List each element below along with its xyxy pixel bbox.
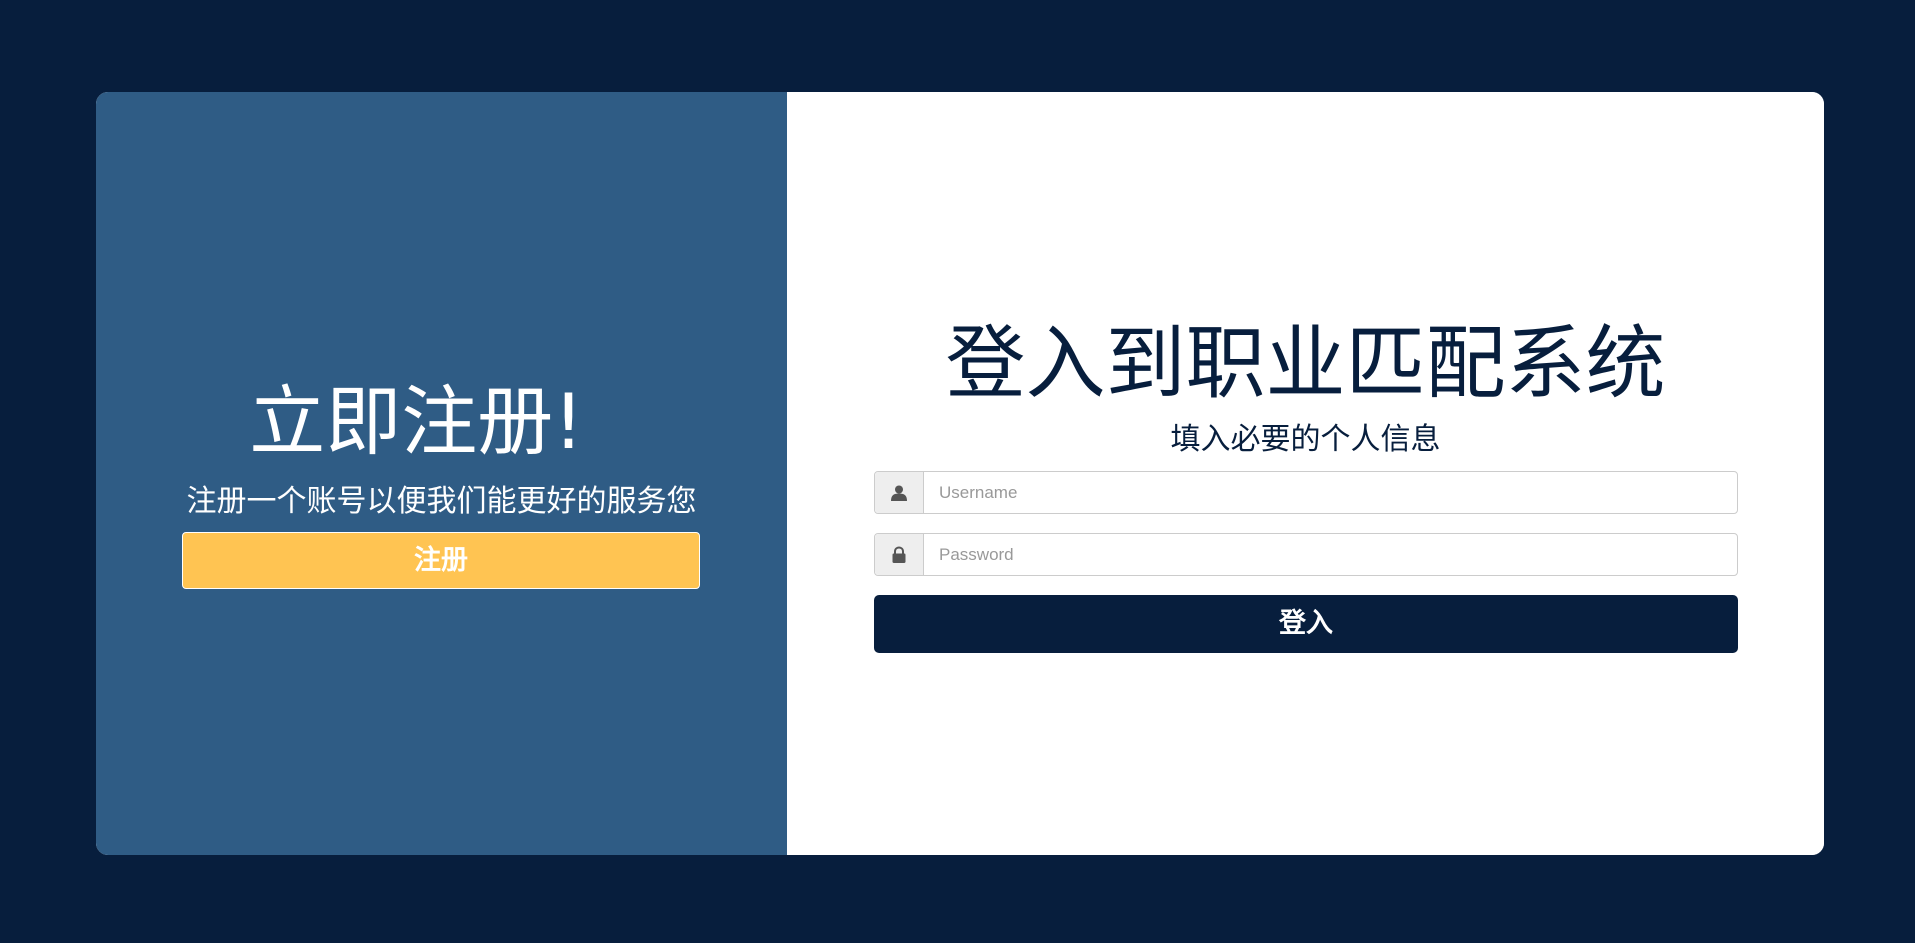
username-input-group [874, 471, 1738, 514]
login-button[interactable]: 登入 [874, 595, 1738, 653]
signup-title: 立即注册! [249, 377, 584, 466]
signup-subtitle: 注册一个账号以便我们能更好的服务您 [186, 484, 697, 519]
login-panel: 登入到职业匹配系统 填入必要的个人信息 登入 [787, 92, 1824, 855]
user-icon [875, 472, 924, 513]
signup-panel: 立即注册! 注册一个账号以便我们能更好的服务您 注册 [96, 92, 787, 855]
lock-icon [875, 534, 924, 575]
username-input[interactable] [924, 472, 1737, 513]
password-input[interactable] [924, 534, 1737, 575]
login-subtitle: 填入必要的个人信息 [1170, 422, 1441, 457]
password-input-group [874, 533, 1738, 576]
auth-card: 立即注册! 注册一个账号以便我们能更好的服务您 注册 登入到职业匹配系统 填入必… [96, 92, 1824, 855]
signup-button[interactable]: 注册 [182, 532, 700, 589]
login-title: 登入到职业匹配系统 [945, 317, 1666, 410]
